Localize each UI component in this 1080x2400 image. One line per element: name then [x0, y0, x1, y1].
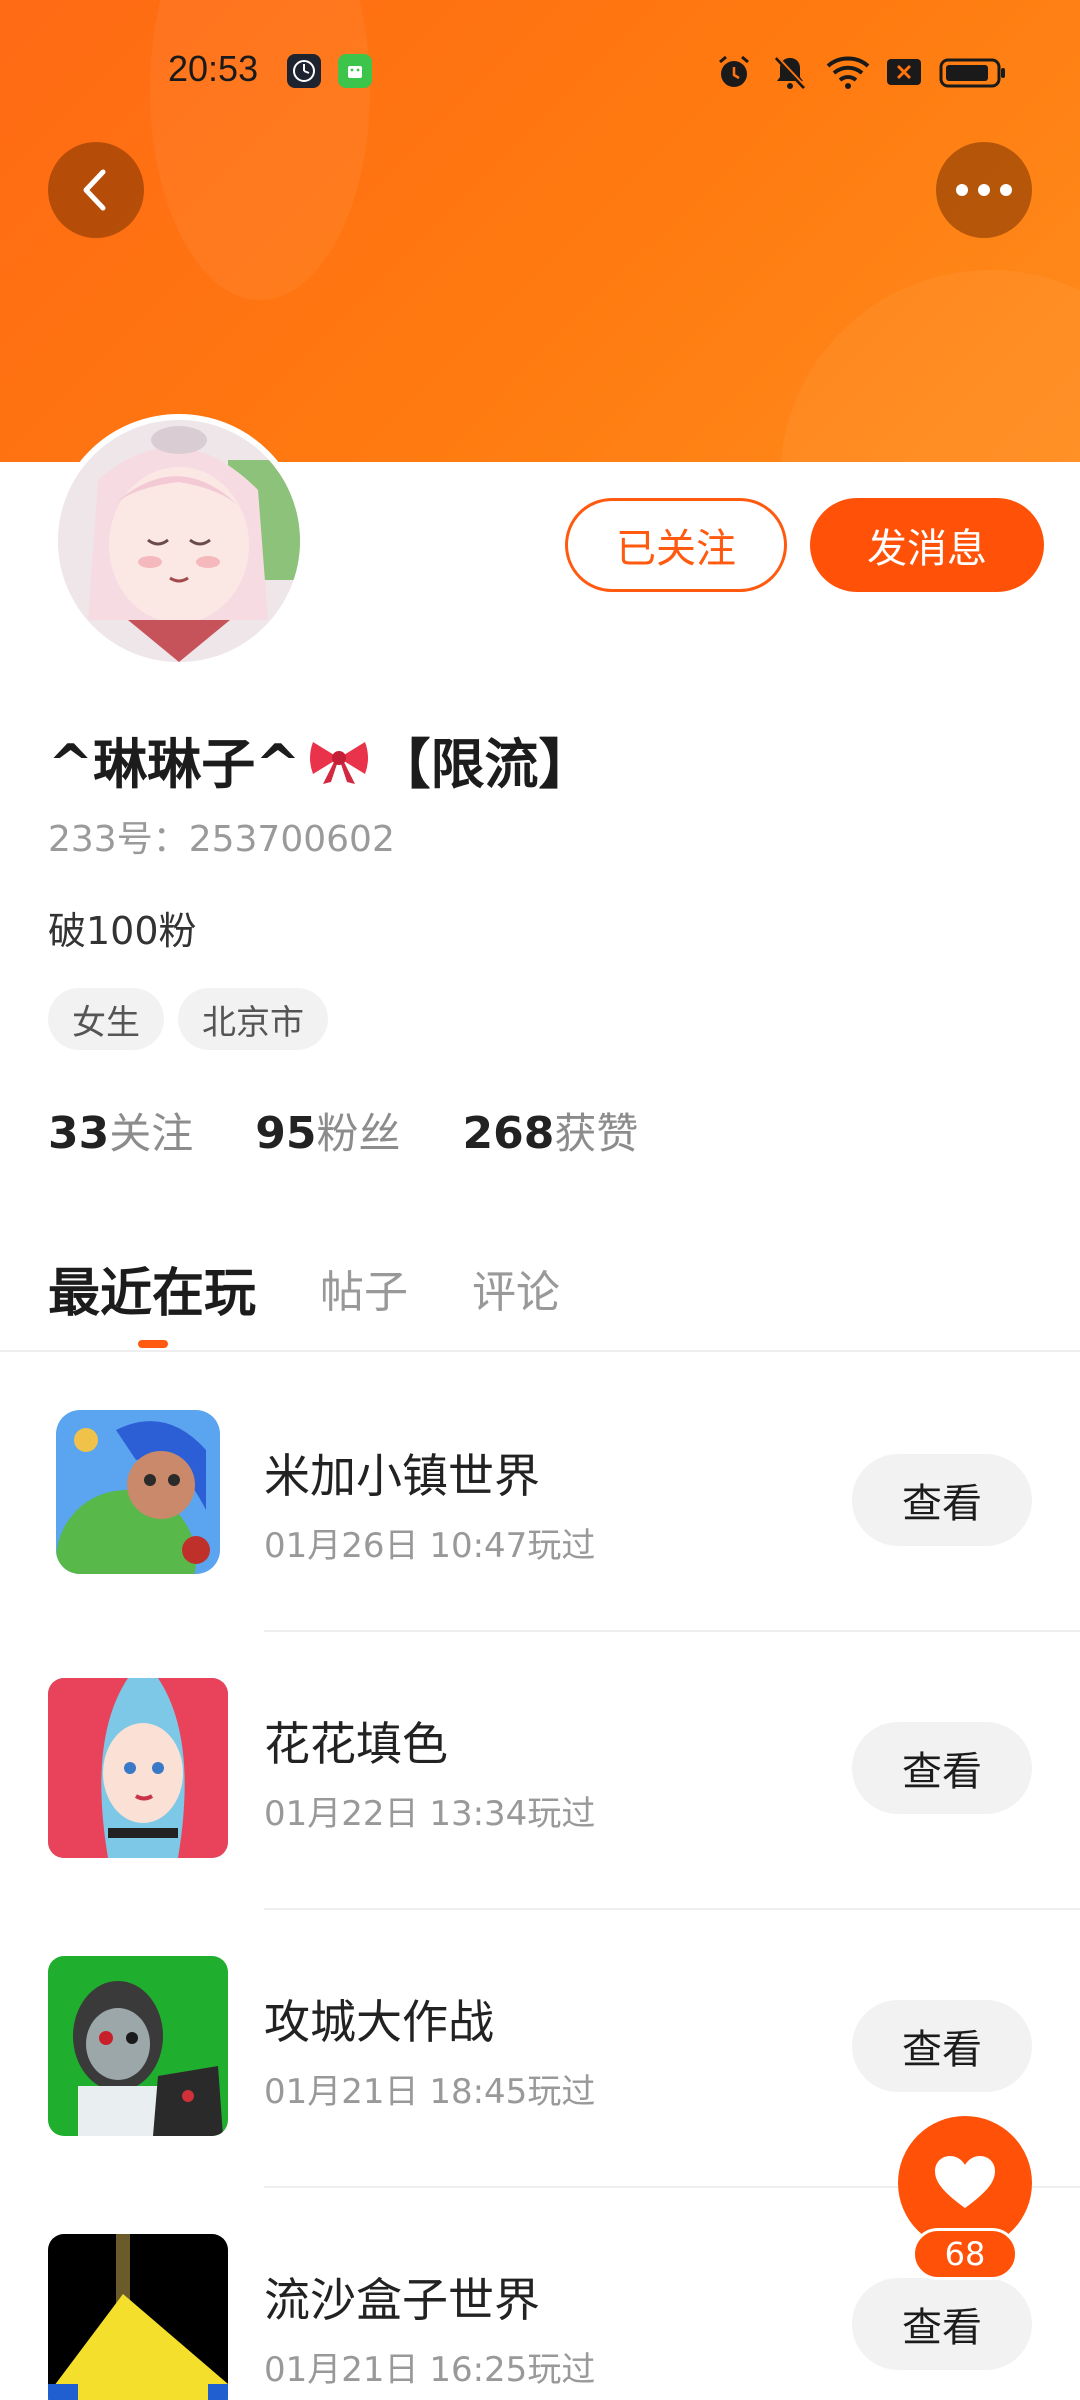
game-icon-flower-coloring — [48, 1678, 228, 1858]
game-icon-siege-battle — [48, 1956, 228, 2136]
game-name: 花花填色 — [264, 1717, 448, 1771]
tabs-divider — [0, 1350, 1080, 1352]
game-name: 攻城大作战 — [264, 1995, 494, 2049]
battery-icon — [939, 58, 1005, 88]
bow-emoji-icon — [309, 741, 368, 784]
tag-gender: 女生 — [48, 988, 164, 1050]
user-id: 233号：253700602 — [48, 819, 395, 860]
username-prefix: ^琳琳子^ — [48, 733, 301, 796]
stat-fans-count: 95 — [255, 1108, 317, 1159]
wifi-icon — [826, 56, 870, 89]
heart-icon — [935, 2156, 995, 2208]
like-count-badge: 68 — [912, 2228, 1018, 2280]
stat-fans-label: 粉丝 — [316, 1109, 401, 1158]
tab-posts[interactable]: 帖子 — [320, 1256, 408, 1320]
profile-stats: 33关注 95粉丝 268获赞 — [48, 1100, 638, 1161]
stat-fans[interactable]: 95粉丝 — [255, 1100, 400, 1161]
view-button[interactable]: 查看 — [852, 1722, 1032, 1814]
alarm-icon — [719, 55, 749, 87]
clock-app-icon — [287, 54, 321, 88]
profile-tags: 女生 北京市 — [48, 988, 328, 1050]
stat-following-count: 33 — [48, 1108, 110, 1159]
tag-location: 北京市 — [178, 988, 328, 1050]
stat-likes-count: 268 — [462, 1108, 555, 1159]
more-dots-icon — [956, 184, 1012, 196]
list-item[interactable]: 米加小镇世界 01月26日 10:47玩过 查看 — [0, 1410, 1080, 1688]
chevron-left-icon — [83, 169, 106, 211]
sim-off-icon — [887, 59, 921, 85]
mute-icon — [774, 55, 806, 90]
view-button[interactable]: 查看 — [852, 1454, 1032, 1546]
game-last-played: 01月22日 13:34玩过 — [264, 1794, 596, 1834]
status-right-icons — [712, 50, 1008, 94]
game-last-played: 01月26日 10:47玩过 — [264, 1526, 596, 1566]
tab-comments[interactable]: 评论 — [472, 1256, 560, 1320]
more-button[interactable] — [936, 142, 1032, 238]
tab-active-indicator — [138, 1340, 168, 1348]
game-last-played: 01月21日 18:45玩过 — [264, 2072, 596, 2112]
stat-following-label: 关注 — [109, 1109, 194, 1158]
game-name: 米加小镇世界 — [264, 1449, 540, 1503]
send-message-button[interactable]: 发消息 — [810, 498, 1044, 592]
stat-likes-label: 获赞 — [554, 1109, 639, 1158]
game-last-played: 01月21日 16:25玩过 — [264, 2350, 596, 2390]
list-item[interactable]: 花花填色 01月22日 13:34玩过 查看 — [0, 1678, 1080, 1956]
avatar[interactable] — [52, 414, 306, 668]
android-app-icon — [338, 54, 372, 88]
divider — [264, 1630, 1080, 1632]
profile-tabs: 最近在玩 帖子 评论 — [48, 1248, 624, 1328]
username-suffix: 【限流】 — [376, 733, 593, 796]
back-button[interactable] — [48, 142, 144, 238]
status-time: 20:53 — [168, 48, 259, 89]
divider — [264, 1908, 1080, 1910]
game-name: 流沙盒子世界 — [264, 2273, 540, 2327]
stat-likes[interactable]: 268获赞 — [463, 1100, 639, 1161]
following-button[interactable]: 已关注 — [565, 498, 787, 592]
game-icon-miga-town — [56, 1410, 220, 1574]
username: ^琳琳子^ 【限流】 — [48, 720, 593, 799]
status-bar: 20:53 — [0, 40, 1080, 104]
view-button[interactable]: 查看 — [852, 2000, 1032, 2092]
view-button[interactable]: 查看 — [852, 2278, 1032, 2370]
stat-following[interactable]: 33关注 — [48, 1100, 193, 1161]
game-icon-sand-box — [48, 2234, 228, 2400]
bio: 破100粉 — [48, 909, 197, 953]
tab-recently-played[interactable]: 最近在玩 — [48, 1251, 256, 1326]
